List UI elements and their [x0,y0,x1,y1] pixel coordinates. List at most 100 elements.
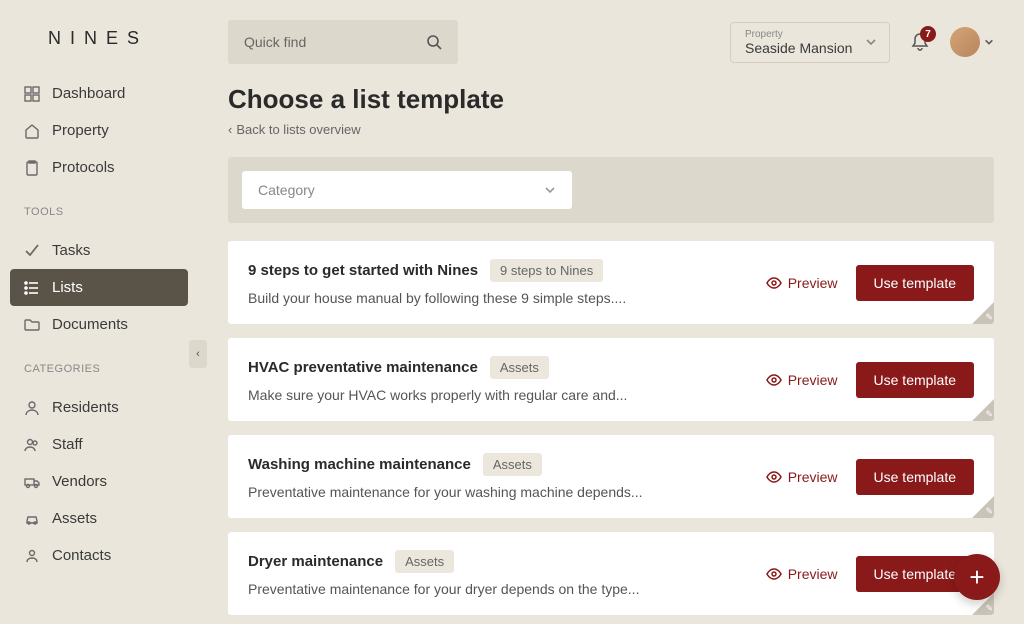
template-info: Dryer maintenance Assets Preventative ma… [248,550,766,597]
home-icon [24,123,40,139]
search-placeholder: Quick find [244,34,306,50]
use-template-button[interactable]: Use template [856,265,974,301]
use-template-button[interactable]: Use template [856,362,974,398]
eye-icon [766,372,782,388]
nav-label: Dashboard [52,85,125,102]
template-head: HVAC preventative maintenance Assets [248,356,766,379]
corner-icon: ✎ [985,312,993,323]
topbar: Quick find Property Seaside Mansion 7 [198,0,1024,74]
page-title: Choose a list template [228,84,994,115]
nav-label: Lists [52,279,83,296]
sidebar-item-protocols[interactable]: Protocols [0,149,198,186]
nav-section-label-tools: TOOLS [0,192,198,226]
avatar [950,27,980,57]
template-description: Make sure your HVAC works properly with … [248,387,766,403]
nav-label: Assets [52,510,97,527]
clipboard-icon [24,160,40,176]
template-info: 9 steps to get started with Nines 9 step… [248,259,766,306]
template-description: Preventative maintenance for your dryer … [248,581,766,597]
notification-count-badge: 7 [920,26,936,42]
sidebar-item-lists[interactable]: Lists [10,269,188,306]
template-title: Washing machine maintenance [248,456,471,473]
content: Choose a list template ‹ Back to lists o… [198,74,1024,624]
template-head: Dryer maintenance Assets [248,550,766,573]
preview-label: Preview [788,469,838,485]
nav-label: Documents [52,316,128,333]
nav-label: Residents [52,399,119,416]
corner-icon: ✎ [985,603,993,614]
chevron-down-icon [865,36,877,48]
template-title: 9 steps to get started with Nines [248,262,478,279]
sidebar-item-tasks[interactable]: Tasks [0,232,198,269]
preview-button[interactable]: Preview [766,275,838,291]
template-actions: Preview Use template [766,265,974,301]
template-description: Preventative maintenance for your washin… [248,484,766,500]
dashboard-icon [24,86,40,102]
preview-button[interactable]: Preview [766,469,838,485]
use-template-button[interactable]: Use template [856,459,974,495]
template-title: HVAC preventative maintenance [248,359,478,376]
template-title: Dryer maintenance [248,553,383,570]
template-tag: 9 steps to Nines [490,259,603,282]
preview-label: Preview [788,372,838,388]
template-info: Washing machine maintenance Assets Preve… [248,453,766,500]
notifications-button[interactable]: 7 [910,32,930,52]
eye-icon [766,469,782,485]
check-icon [24,243,40,259]
category-placeholder: Category [258,182,315,198]
category-select[interactable]: Category [242,171,572,209]
car-icon [24,511,40,527]
back-link-text: Back to lists overview [236,122,360,137]
sidebar-item-vendors[interactable]: Vendors [0,463,198,500]
sidebar-item-staff[interactable]: Staff [0,426,198,463]
template-tag: Assets [483,453,542,476]
nav-label: Property [52,122,109,139]
sidebar-item-assets[interactable]: Assets [0,500,198,537]
list-icon [24,280,40,296]
eye-icon [766,275,782,291]
corner-icon: ✎ [985,506,993,517]
filter-bar: Category [228,157,994,223]
nav-label: Staff [52,436,83,453]
template-actions: Preview Use template [766,556,974,592]
folder-icon [24,317,40,333]
preview-label: Preview [788,275,838,291]
template-info: HVAC preventative maintenance Assets Mak… [248,356,766,403]
plus-icon: + [969,562,984,593]
sidebar: NINES Dashboard Property Protocols TOOLS… [0,0,198,624]
sidebar-item-dashboard[interactable]: Dashboard [0,75,198,112]
template-head: Washing machine maintenance Assets [248,453,766,476]
sidebar-item-residents[interactable]: Residents [0,389,198,426]
template-card: HVAC preventative maintenance Assets Mak… [228,338,994,421]
property-label: Property [745,29,875,40]
template-card: Dryer maintenance Assets Preventative ma… [228,532,994,615]
template-actions: Preview Use template [766,362,974,398]
nav-section-label-categories: CATEGORIES [0,349,198,383]
template-tag: Assets [395,550,454,573]
nav-label: Tasks [52,242,90,259]
sidebar-item-property[interactable]: Property [0,112,198,149]
collapse-sidebar-button[interactable]: ‹ [189,340,207,368]
user-icon [24,400,40,416]
back-link[interactable]: ‹ Back to lists overview [228,122,361,137]
preview-button[interactable]: Preview [766,372,838,388]
main-area: Quick find Property Seaside Mansion 7 Ch… [198,0,1024,624]
brand-logo: NINES [0,0,198,69]
property-selector[interactable]: Property Seaside Mansion [730,22,890,63]
nav-tools: Tasks Lists Documents [0,226,198,349]
sidebar-item-documents[interactable]: Documents [0,306,198,343]
nav-label: Vendors [52,473,107,490]
user-menu[interactable] [950,27,994,57]
contact-icon [24,548,40,564]
chevron-down-icon [984,37,994,47]
chevron-left-icon: ‹ [228,122,232,137]
template-list: 9 steps to get started with Nines 9 step… [228,241,994,624]
sidebar-item-contacts[interactable]: Contacts [0,537,198,574]
nav-label: Protocols [52,159,115,176]
corner-icon: ✎ [985,409,993,420]
add-button[interactable]: + [954,554,1000,600]
search-input[interactable]: Quick find [228,20,458,64]
preview-button[interactable]: Preview [766,566,838,582]
nav-main: Dashboard Property Protocols [0,69,198,192]
template-description: Build your house manual by following the… [248,290,766,306]
